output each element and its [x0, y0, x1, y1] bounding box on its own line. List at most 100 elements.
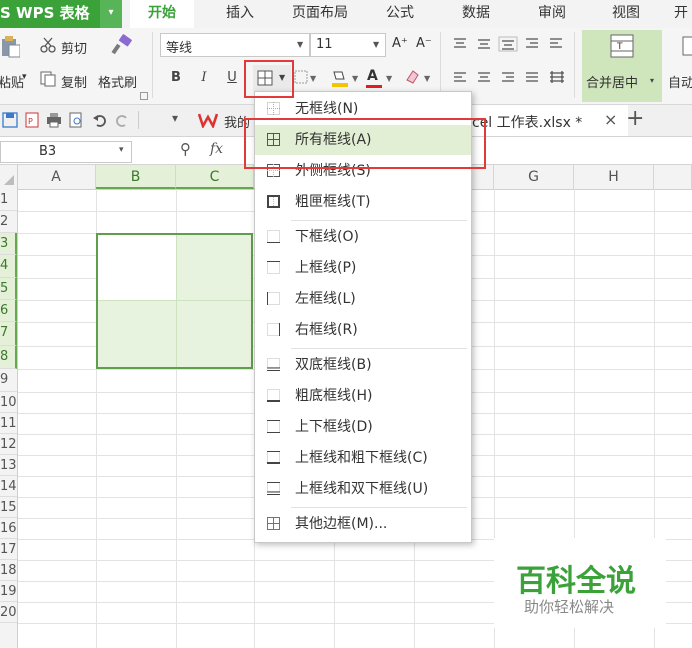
row-header[interactable]: 2: [0, 211, 17, 233]
app-menu-arrow-icon[interactable]: ▾: [100, 0, 122, 28]
row-header[interactable]: 6: [0, 300, 17, 322]
row-header[interactable]: 19: [0, 581, 17, 602]
auto-wrap-button[interactable]: 自动: [668, 30, 692, 102]
row-header[interactable]: 10: [0, 392, 17, 413]
fx-icon[interactable]: fx: [210, 141, 223, 157]
zoom-icon[interactable]: ⚲: [180, 140, 191, 158]
row-header[interactable]: 16: [0, 518, 17, 539]
cut-button[interactable]: 剪切: [61, 38, 87, 57]
menu-item-top-bottom-border[interactable]: 上下框线(D): [255, 412, 471, 442]
tab-page-layout[interactable]: 页面布局: [282, 0, 358, 28]
copy-button[interactable]: 复制: [61, 72, 87, 91]
app-menu-button[interactable]: S WPS 表格 ▾: [0, 0, 122, 28]
bold-button[interactable]: B: [166, 68, 186, 88]
fill-color-icon[interactable]: [330, 68, 350, 88]
column-header-b[interactable]: B: [96, 165, 176, 189]
tab-data[interactable]: 数据: [448, 0, 504, 28]
font-shrink-button[interactable]: A⁻: [416, 36, 432, 51]
menu-item-thick-bottom-border[interactable]: 粗底框线(H): [255, 381, 471, 411]
tab-home[interactable]: 开始: [130, 0, 194, 28]
format-painter-button[interactable]: 格式刷: [98, 72, 137, 91]
menu-item-label: 左框线(L): [295, 291, 356, 307]
menu-item-right-border[interactable]: 右框线(R): [255, 315, 471, 345]
merge-cells-icon[interactable]: [294, 70, 308, 84]
chevron-down-icon[interactable]: ▼: [386, 74, 392, 83]
row-header[interactable]: 1: [0, 189, 17, 211]
menu-item-more-borders[interactable]: 其他边框(M)...: [255, 509, 471, 539]
export-pdf-icon[interactable]: P: [24, 112, 40, 128]
column-header-c[interactable]: C: [176, 165, 254, 189]
name-box[interactable]: B3 ▾: [0, 141, 132, 163]
menu-item-top-double-bottom-border[interactable]: 上框线和双下框线(U): [255, 474, 471, 504]
copy-icon[interactable]: [40, 71, 56, 87]
merge-center-arrow-icon[interactable]: ▾: [650, 76, 654, 85]
row-header[interactable]: 4: [0, 255, 17, 278]
format-painter-icon[interactable]: [110, 34, 134, 56]
row-header[interactable]: 17: [0, 539, 17, 560]
column-header-h[interactable]: H: [574, 165, 654, 189]
menu-item-left-border[interactable]: 左框线(L): [255, 284, 471, 314]
chevron-down-icon: ▼: [373, 40, 380, 49]
font-size-select[interactable]: 11 ▼: [310, 33, 386, 57]
menu-item-label: 上框线和双下框线(U): [295, 481, 429, 497]
row-header[interactable]: 9: [0, 369, 17, 392]
row-header[interactable]: 3: [0, 233, 17, 255]
row-header[interactable]: 8: [0, 346, 17, 369]
chevron-down-icon[interactable]: ▼: [310, 74, 316, 83]
menu-item-top-thick-bottom-border[interactable]: 上框线和粗下框线(C): [255, 443, 471, 473]
active-cell[interactable]: [98, 235, 176, 300]
menu-item-double-bottom-border[interactable]: 双底框线(B): [255, 350, 471, 380]
underline-button[interactable]: U: [222, 68, 242, 88]
chevron-down-icon[interactable]: ▼: [424, 74, 430, 83]
undo-icon[interactable]: [92, 112, 108, 128]
paste-icon[interactable]: [0, 34, 21, 58]
top-thick-bottom-border-icon: [267, 451, 280, 464]
quick-access-more-icon[interactable]: ▾: [172, 111, 178, 125]
new-tab-button[interactable]: +: [626, 106, 644, 131]
row-header[interactable]: 12: [0, 434, 17, 455]
tab-more[interactable]: 开: [670, 0, 692, 28]
tab-insert[interactable]: 插入: [208, 0, 272, 28]
tab-review[interactable]: 审阅: [524, 0, 580, 28]
paste-label[interactable]: 粘贴: [0, 72, 24, 91]
font-color-button[interactable]: A: [364, 66, 384, 90]
row-header[interactable]: 14: [0, 476, 17, 497]
tab-view[interactable]: 视图: [598, 0, 654, 28]
doc-tab-current[interactable]: cel 工作表.xlsx * ×: [470, 105, 628, 136]
clear-format-icon[interactable]: [404, 68, 422, 86]
row-header[interactable]: 11: [0, 413, 17, 434]
chevron-down-icon[interactable]: ▼: [352, 74, 358, 83]
column-header-i[interactable]: [654, 165, 692, 189]
font-name-select[interactable]: 等线 ▼: [160, 33, 310, 57]
close-tab-icon[interactable]: ×: [604, 110, 617, 129]
tab-formulas[interactable]: 公式: [372, 0, 428, 28]
menu-item-top-border[interactable]: 上框线(P): [255, 253, 471, 283]
chevron-down-icon[interactable]: ▾: [119, 145, 124, 155]
more-borders-icon: [267, 517, 280, 530]
wrap-text-icon: [682, 36, 692, 56]
row-header[interactable]: 18: [0, 560, 17, 581]
print-icon[interactable]: [46, 112, 62, 128]
row-header[interactable]: 15: [0, 497, 17, 518]
row-header[interactable]: 13: [0, 455, 17, 476]
print-preview-icon[interactable]: [68, 112, 84, 128]
font-grow-button[interactable]: A⁺: [392, 36, 408, 51]
select-all-corner[interactable]: [0, 165, 18, 189]
menu-item-bottom-border[interactable]: 下框线(O): [255, 222, 471, 252]
row-header[interactable]: 7: [0, 322, 17, 346]
row-header[interactable]: 20: [0, 602, 17, 623]
watermark-title: 百科全说: [516, 564, 636, 599]
clipboard-launcher-icon[interactable]: [140, 92, 148, 100]
italic-button[interactable]: I: [194, 68, 214, 88]
menu-item-label: 粗底框线(H): [295, 388, 373, 404]
column-header-g[interactable]: G: [494, 165, 574, 189]
cell-reference: B3: [39, 144, 57, 159]
save-icon[interactable]: [2, 112, 18, 128]
paste-arrow-icon[interactable]: ▾: [22, 72, 27, 82]
redo-icon[interactable]: [114, 112, 130, 128]
merge-center-button[interactable]: T 合并居中 ▾: [582, 30, 662, 102]
row-header[interactable]: 5: [0, 278, 17, 300]
menu-item-thick-box-border[interactable]: 粗匣框线(T): [255, 187, 471, 217]
column-header-a[interactable]: A: [17, 165, 96, 189]
scissors-icon[interactable]: [40, 37, 56, 53]
